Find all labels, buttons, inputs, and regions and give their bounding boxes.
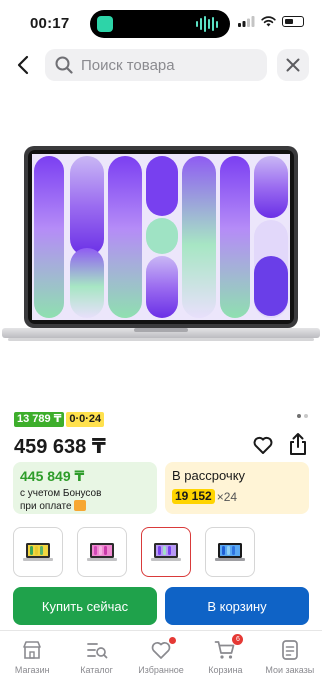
close-icon <box>286 58 300 72</box>
cart-count-badge: 6 <box>232 634 244 645</box>
search-input[interactable] <box>81 56 251 74</box>
search-box[interactable] <box>45 49 267 81</box>
bonus-price-note: с учетом Бонусов при оплате <box>20 488 150 513</box>
variant-thumbnail[interactable] <box>77 527 127 577</box>
heart-icon <box>253 436 273 454</box>
laptop-variant-icon <box>151 543 181 561</box>
buy-now-button[interactable]: Купить сейчас <box>13 587 157 625</box>
favorites-notification-dot <box>169 637 177 644</box>
catalog-icon <box>86 643 108 659</box>
bonus-price-badge: 13 789 ₸ <box>14 412 65 427</box>
wifi-icon <box>261 16 276 27</box>
installment-card[interactable]: В рассрочку 19 152 ×24 <box>165 462 309 514</box>
store-icon <box>23 641 42 659</box>
status-bar: 00:17 <box>0 0 322 44</box>
chevron-left-icon <box>17 55 29 75</box>
battery-icon <box>282 16 304 27</box>
add-to-cart-button[interactable]: В корзину <box>165 587 309 625</box>
laptop-variant-icon <box>87 543 117 561</box>
nav-item-cart[interactable]: 6 Корзина <box>193 631 257 700</box>
dynamic-island <box>90 10 230 38</box>
orders-icon <box>281 640 298 660</box>
bonus-price-card[interactable]: 445 849 ₸ с учетом Бонусов при оплате <box>13 462 157 514</box>
back-button[interactable] <box>12 52 36 78</box>
installment-monthly-amount: 19 152 <box>172 489 215 504</box>
variant-thumbnails <box>13 527 255 577</box>
installment-title: В рассрочку <box>172 468 246 483</box>
installment-row: 19 152 ×24 <box>172 489 302 504</box>
audio-wave-icon <box>196 16 218 32</box>
bonus-note-line2: при оплате <box>20 501 72 512</box>
bottom-navigation: Магазин Каталог Избранное 6 Корзина Мои … <box>0 630 322 700</box>
laptop-variant-icon <box>215 543 245 561</box>
nav-label-cart: Корзина <box>208 665 243 675</box>
variant-thumbnail-selected[interactable] <box>141 527 191 577</box>
status-time: 00:17 <box>30 15 70 32</box>
close-button[interactable] <box>277 49 309 81</box>
share-icon <box>290 433 306 455</box>
price-badges: 13 789 ₸ 0·0·24 <box>14 412 105 427</box>
nav-cart-icon-wrap: 6 <box>214 634 244 661</box>
variant-thumbnail[interactable] <box>205 527 255 577</box>
nav-label-favorites: Избранное <box>138 665 184 675</box>
status-indicators <box>238 16 304 27</box>
laptop-image <box>2 146 320 341</box>
product-price: 459 638 ₸ <box>14 436 106 458</box>
search-icon <box>55 56 73 74</box>
favorite-button[interactable] <box>252 434 274 456</box>
installment-plan-badge: 0·0·24 <box>66 412 105 427</box>
nav-label-orders: Мои заказы <box>265 665 315 675</box>
nav-label-store: Магазин <box>14 665 50 675</box>
product-image[interactable] <box>0 140 322 350</box>
search-header <box>0 44 322 86</box>
bonus-note-line1: с учетом Бонусов <box>20 488 102 499</box>
gallery-pagination <box>297 414 308 418</box>
nav-item-catalog[interactable]: Каталог <box>64 631 128 700</box>
nav-label-catalog: Каталог <box>80 665 113 675</box>
bonus-payment-icon <box>73 500 86 511</box>
share-button[interactable] <box>287 432 309 456</box>
bonus-note-line2-wrap: при оплате <box>20 500 150 513</box>
laptop-variant-icon <box>23 543 53 561</box>
app-activity-icon <box>97 16 113 32</box>
bonus-price-amount: 445 849 ₸ <box>20 468 85 484</box>
nav-item-favorites[interactable]: Избранное <box>129 631 193 700</box>
gallery-dot-active <box>297 414 301 418</box>
cellular-signal-icon <box>238 16 255 27</box>
nav-item-orders[interactable]: Мои заказы <box>258 631 322 700</box>
nav-favorites-icon-wrap <box>150 637 177 661</box>
installment-months: ×24 <box>216 489 238 504</box>
variant-thumbnail[interactable] <box>13 527 63 577</box>
gallery-dot <box>304 414 308 418</box>
nav-item-store[interactable]: Магазин <box>0 631 64 700</box>
